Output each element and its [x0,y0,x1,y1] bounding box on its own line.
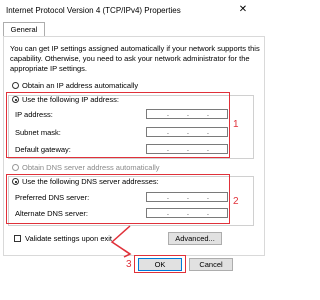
ip-address-input[interactable]: ... [146,109,228,119]
preferred-dns-input[interactable]: ... [146,192,228,202]
default-gateway-label: Default gateway: [15,145,71,154]
subnet-mask-input[interactable]: ... [146,127,228,137]
title-bar: Internet Protocol Version 4 (TCP/IPv4) P… [0,0,268,22]
annotation-2: 2 [233,196,239,207]
ip-auto-radio[interactable] [12,82,19,89]
ip-address-label: IP address: [15,110,53,119]
arrow-path [110,225,131,255]
ip-manual-label[interactable]: Use the following IP address: [22,95,119,104]
alternate-dns-label: Alternate DNS server: [15,209,88,218]
validate-checkbox[interactable] [14,235,21,242]
description-text: You can get IP settings assigned automat… [10,44,260,73]
ip-manual-radio[interactable] [12,96,19,103]
preferred-dns-label: Preferred DNS server: [15,193,90,202]
dns-auto-radio[interactable] [12,164,19,171]
window-title: Internet Protocol Version 4 (TCP/IPv4) P… [6,6,181,15]
close-icon[interactable]: ✕ [236,3,250,17]
cancel-button[interactable]: Cancel [189,258,233,271]
subnet-mask-label: Subnet mask: [15,128,61,137]
arrow-head [123,249,132,258]
dns-manual-radio[interactable] [12,178,19,185]
dns-manual-label[interactable]: Use the following DNS server addresses: [22,177,159,186]
ip-auto-label[interactable]: Obtain an IP address automatically [22,81,138,90]
advanced-button[interactable]: Advanced... [168,232,222,245]
tab-general[interactable]: General [3,22,45,37]
alternate-dns-input[interactable]: ... [146,208,228,218]
dns-auto-label[interactable]: Obtain DNS server address automatically [22,163,160,172]
annotation-arrow [110,225,132,258]
tab-general-label: General [10,25,38,34]
dialog-window: Internet Protocol Version 4 (TCP/IPv4) P… [0,0,268,300]
default-gateway-input[interactable]: ... [146,144,228,154]
annotation-1: 1 [233,119,239,130]
validate-label[interactable]: Validate settings upon exit [25,234,112,243]
